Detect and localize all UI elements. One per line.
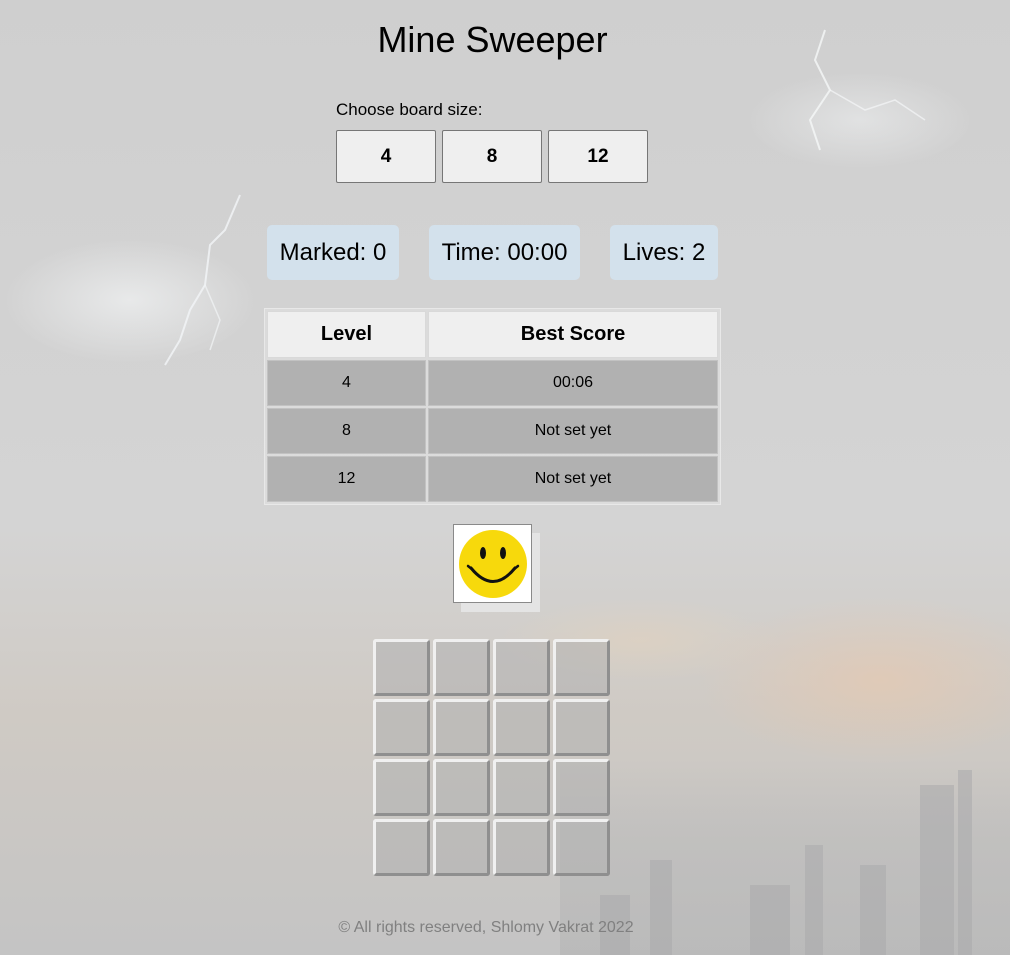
board-cell[interactable] bbox=[433, 639, 490, 696]
board-cell[interactable] bbox=[493, 819, 550, 876]
board-cell[interactable] bbox=[373, 699, 430, 756]
board-cell[interactable] bbox=[373, 759, 430, 816]
best-score-cell: Not set yet bbox=[428, 408, 718, 454]
table-row: 4 00:06 bbox=[267, 360, 718, 406]
board-cell[interactable] bbox=[553, 819, 610, 876]
board-cell[interactable] bbox=[553, 759, 610, 816]
footer-copyright: © All rights reserved, Shlomy Vakrat 202… bbox=[338, 919, 634, 936]
restart-smiley-button[interactable] bbox=[453, 524, 532, 603]
board-cell[interactable] bbox=[433, 699, 490, 756]
page-title: Mine Sweeper bbox=[377, 19, 608, 60]
board-cell[interactable] bbox=[433, 759, 490, 816]
board-size-12-button[interactable]: 12 bbox=[548, 130, 648, 183]
game-board bbox=[373, 639, 610, 876]
board-cell[interactable] bbox=[553, 699, 610, 756]
best-score-cell: Not set yet bbox=[428, 456, 718, 502]
restart-control bbox=[453, 524, 541, 612]
table-row: 8 Not set yet bbox=[267, 408, 718, 454]
board-size-selector: Choose board size: 4 8 12 bbox=[336, 100, 648, 183]
board-cell[interactable] bbox=[373, 639, 430, 696]
timer: Time: 00:00 bbox=[429, 225, 580, 280]
board-cell[interactable] bbox=[433, 819, 490, 876]
board-cell[interactable] bbox=[493, 699, 550, 756]
table-row: 12 Not set yet bbox=[267, 456, 718, 502]
lightning-decoration bbox=[164, 194, 241, 366]
board-size-buttons: 4 8 12 bbox=[336, 130, 648, 183]
best-scores-table: Level Best Score 4 00:06 8 Not set yet 1… bbox=[264, 308, 721, 505]
board-size-prompt: Choose board size: bbox=[336, 100, 483, 119]
board-size-8-button[interactable]: 8 bbox=[442, 130, 542, 183]
level-cell: 12 bbox=[267, 456, 426, 502]
board-cell[interactable] bbox=[373, 819, 430, 876]
board-cell[interactable] bbox=[493, 639, 550, 696]
column-header-best-score: Best Score bbox=[428, 311, 718, 358]
board-size-4-button[interactable]: 4 bbox=[336, 130, 436, 183]
board-cell[interactable] bbox=[553, 639, 610, 696]
board-cell[interactable] bbox=[493, 759, 550, 816]
level-cell: 4 bbox=[267, 360, 426, 406]
lives-counter: Lives: 2 bbox=[610, 225, 718, 280]
smiley-icon bbox=[458, 529, 527, 598]
marked-counter: Marked: 0 bbox=[267, 225, 399, 280]
best-score-cell: 00:06 bbox=[428, 360, 718, 406]
level-cell: 8 bbox=[267, 408, 426, 454]
table-header-row: Level Best Score bbox=[267, 311, 718, 358]
column-header-level: Level bbox=[267, 311, 426, 358]
